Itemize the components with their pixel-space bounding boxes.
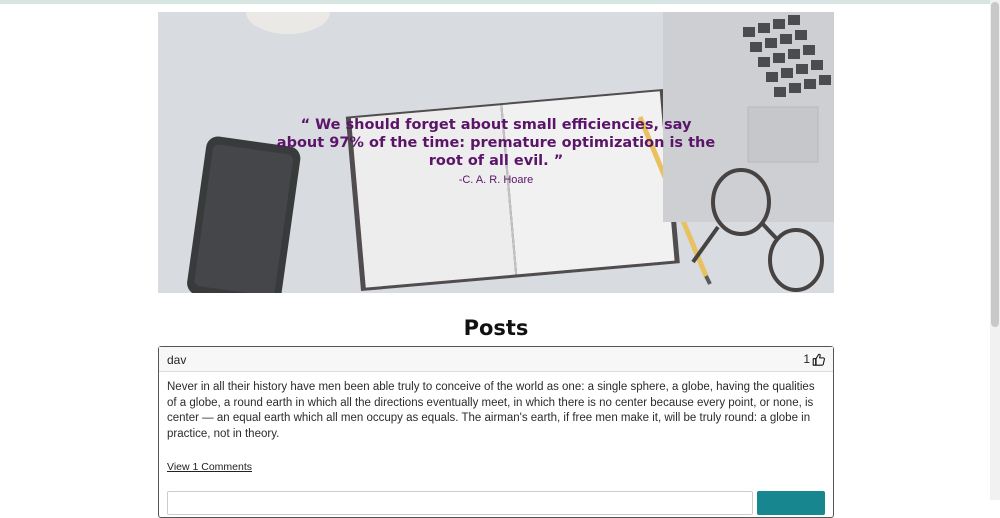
hero-quote-author: -C. A. R. Hoare	[458, 174, 534, 186]
post-header: dav 1	[159, 347, 833, 372]
comment-input[interactable]	[167, 491, 753, 515]
top-bar	[0, 0, 990, 4]
post-body: Never in all their history have men been…	[167, 381, 815, 440]
scrollbar-thumb[interactable]	[991, 2, 999, 327]
post-likes: 1	[803, 352, 825, 366]
post-card: dav 1 Never in all their history have me…	[158, 346, 834, 518]
like-count: 1	[803, 352, 810, 366]
posts-heading: Posts	[463, 316, 529, 340]
scrollbar[interactable]	[990, 0, 1000, 500]
thumbs-up-icon[interactable]	[812, 353, 825, 366]
hero-quote: “ We should forget about small efficienc…	[276, 117, 716, 169]
post-author: dav	[167, 353, 187, 367]
view-comments-link[interactable]: View 1 Comments	[167, 461, 252, 473]
hero-banner: “ We should forget about small efficienc…	[158, 12, 834, 293]
hero-quote-block: “ We should forget about small efficienc…	[158, 116, 834, 186]
comment-submit-button[interactable]	[757, 491, 825, 515]
